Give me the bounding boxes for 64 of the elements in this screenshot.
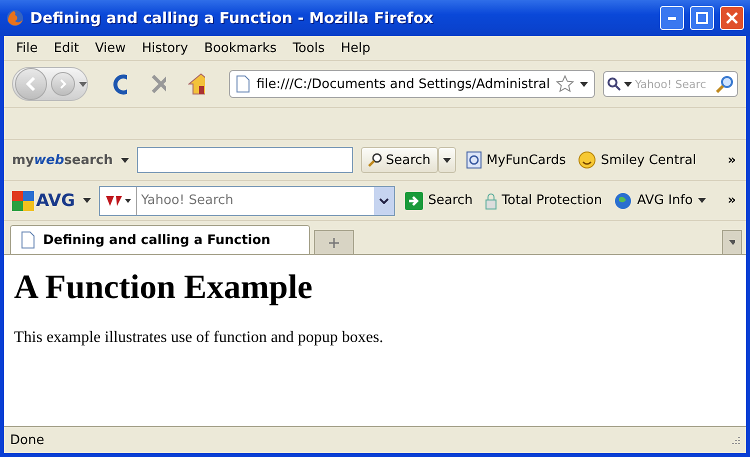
- caret-icon[interactable]: [624, 82, 632, 86]
- menu-item[interactable]: View: [88, 38, 132, 58]
- firefox-icon: [6, 9, 24, 27]
- caret-icon[interactable]: [83, 198, 92, 203]
- page-paragraph: This example illustrates use of function and popup boxes.: [14, 329, 384, 347]
- caret-icon: [442, 158, 451, 162]
- menu-item[interactable]: Edit: [48, 38, 85, 58]
- close-icon: [726, 12, 738, 24]
- toolbar-logo: mywebsearch: [12, 152, 113, 168]
- chevron-down-icon: [379, 198, 390, 204]
- globe-icon: [614, 192, 632, 210]
- tab-list-button[interactable]: [722, 230, 742, 254]
- page-heading: A Function Example: [14, 269, 314, 307]
- plus-icon: [329, 238, 339, 248]
- toolbar-link[interactable]: Smiley Central: [576, 151, 698, 169]
- search-input[interactable]: [136, 147, 353, 173]
- status-text: Done: [10, 432, 44, 448]
- reload-icon[interactable]: [110, 72, 128, 96]
- minimize-icon: [668, 16, 676, 20]
- menu-item[interactable]: Bookmarks: [198, 38, 283, 58]
- toolbar-link[interactable]: Total Protection: [482, 192, 604, 210]
- more-button[interactable]: »: [726, 152, 738, 168]
- page-icon: [236, 75, 250, 93]
- minimize-button[interactable]: [660, 6, 684, 30]
- toolbar-link[interactable]: AVG Info: [612, 192, 708, 210]
- avg-logo-icon: [12, 190, 34, 210]
- toolbar-link[interactable]: MyFunCards: [464, 151, 568, 169]
- window-title: Defining and calling a Function - Mozilla Firefox: [30, 9, 434, 27]
- card-icon: [466, 151, 482, 169]
- smiley-icon: [578, 151, 596, 169]
- new-tab-button[interactable]: [314, 230, 354, 254]
- dropdown-button[interactable]: [438, 147, 456, 173]
- search-input[interactable]: Yahoo! Searc: [635, 78, 714, 90]
- search-icon: [607, 77, 622, 91]
- star-icon[interactable]: [556, 75, 574, 93]
- toolbar-logo: AVG: [36, 190, 76, 210]
- menu-item[interactable]: History: [136, 38, 194, 58]
- maximize-button[interactable]: [690, 6, 714, 30]
- maximize-icon: [696, 12, 708, 24]
- search-icon: [368, 153, 382, 167]
- address-bar[interactable]: file:///C:/Documents and Settings/Administral: [229, 70, 596, 98]
- search-field[interactable]: Yahoo! Searc: [603, 71, 738, 97]
- caret-icon[interactable]: [120, 158, 129, 162]
- search-field[interactable]: Yahoo! Search: [99, 186, 396, 216]
- back-icon: [26, 77, 36, 91]
- forward-icon: [59, 79, 67, 89]
- navigation-buttons[interactable]: [12, 67, 88, 101]
- search-icon[interactable]: [716, 75, 734, 93]
- menu-item[interactable]: Help: [334, 38, 376, 58]
- caret-icon: [729, 240, 735, 245]
- more-button[interactable]: »: [726, 193, 738, 208]
- close-button[interactable]: [720, 6, 744, 30]
- caret-icon: [79, 82, 87, 86]
- caret-icon: [698, 198, 706, 203]
- lock-icon: [484, 192, 497, 210]
- caret-icon[interactable]: [580, 82, 588, 86]
- search-button[interactable]: Search: [360, 147, 438, 173]
- page-icon: [21, 231, 35, 249]
- browser-tab[interactable]: Defining and calling a Function: [10, 225, 310, 254]
- stop-icon[interactable]: [149, 72, 166, 96]
- home-icon[interactable]: [188, 72, 206, 96]
- menu-item[interactable]: File: [10, 38, 44, 58]
- search-button[interactable]: Search: [403, 192, 475, 210]
- menu-item[interactable]: Tools: [286, 38, 331, 58]
